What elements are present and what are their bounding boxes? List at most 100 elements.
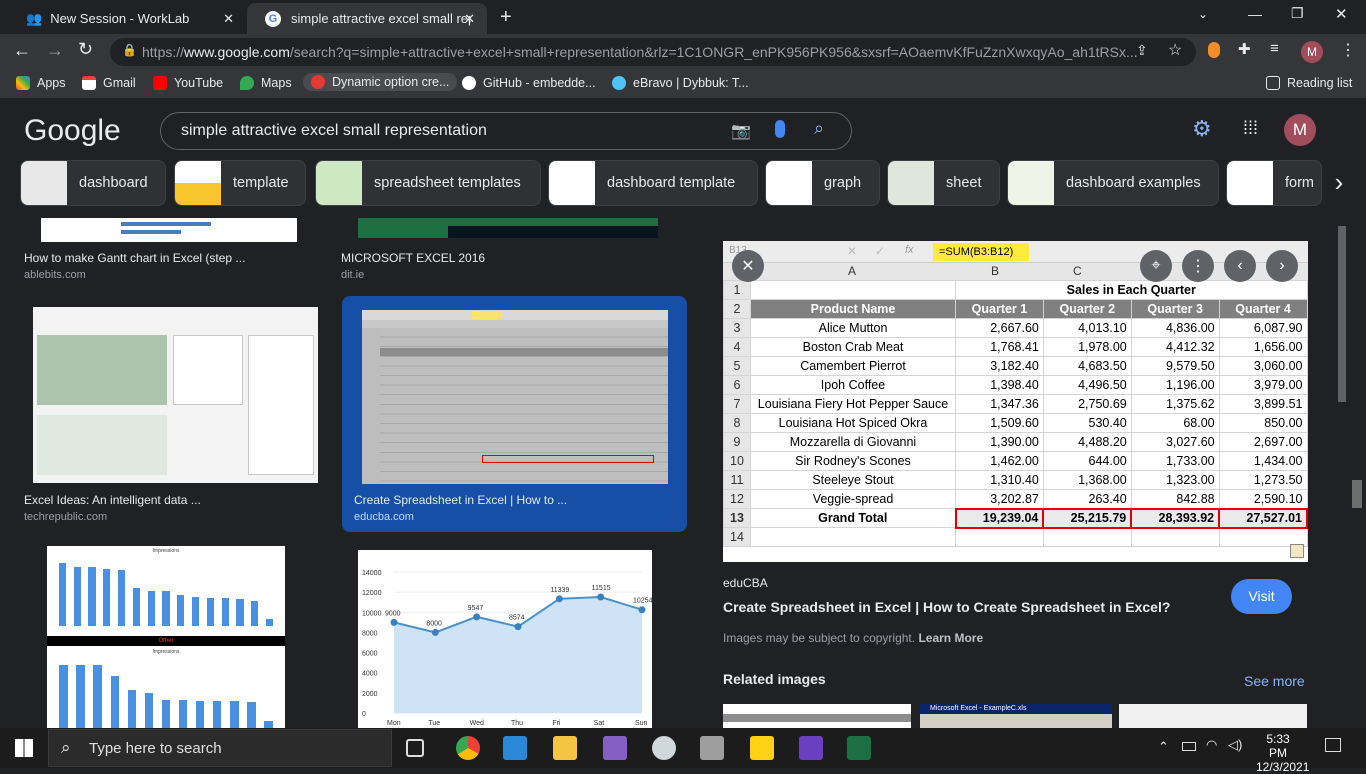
tray-chevron-icon[interactable]: ⌃ — [1158, 739, 1169, 755]
search-input[interactable]: simple attractive excel small representa… — [160, 112, 852, 150]
table-cell: 1,196.00 — [1130, 375, 1220, 395]
result-thumbnail-excel2016[interactable] — [358, 218, 658, 238]
related-thumb[interactable] — [723, 704, 911, 728]
reload-icon[interactable]: ↻ — [78, 39, 93, 60]
preview-image[interactable]: B13 ✕ ✓ fx =SUM(B3:B12) A B C D E 1 Sale… — [723, 241, 1308, 562]
result-title[interactable]: Excel Ideas: An intelligent data ... — [24, 493, 201, 507]
tab-search-icon[interactable]: ⌄ — [1198, 7, 1208, 21]
media-icon[interactable]: ≡ — [1270, 40, 1279, 57]
forward-icon[interactable]: → — [46, 40, 64, 61]
page-scrollbar-outer[interactable] — [1350, 218, 1366, 728]
puzzle-icon[interactable]: ✚ — [1238, 40, 1251, 58]
result-title[interactable]: MICROSOFT EXCEL 2016 — [341, 251, 485, 265]
google-logo[interactable]: Google — [24, 114, 121, 148]
bookmark-apps[interactable]: Apps — [16, 76, 66, 90]
close-icon[interactable]: ✕ — [464, 11, 475, 27]
chip-graph[interactable]: graph — [765, 160, 880, 206]
result-title[interactable]: Create Spreadsheet in Excel | How to ... — [354, 493, 567, 507]
share-icon[interactable]: ⇪ — [1136, 42, 1148, 59]
result-thumbnail-educba[interactable] — [362, 310, 668, 484]
google-apps-icon[interactable]: ⁞⁞⁞ — [1243, 118, 1258, 139]
chrome-icon[interactable] — [456, 736, 480, 760]
selected-result-card[interactable]: Create Spreadsheet in Excel | How to ...… — [342, 296, 687, 532]
chip-sheet[interactable]: sheet — [887, 160, 1000, 206]
settings-gear-icon[interactable]: ⚙ — [1192, 116, 1212, 142]
header-cell: Quarter 1 — [955, 299, 1044, 319]
chip-dashboard-template[interactable]: dashboard template — [548, 160, 758, 206]
result-source[interactable]: techrepublic.com — [24, 511, 107, 523]
scrollbar-thumb[interactable] — [1338, 226, 1346, 402]
chip-dashboard-examples[interactable]: dashboard examples — [1007, 160, 1219, 206]
chip-form[interactable]: form — [1226, 160, 1322, 206]
tab-google-search[interactable]: G simple attractive excel small repre ✕ — [247, 3, 487, 34]
related-thumb[interactable]: Microsoft Excel - ExampleC.xls — [920, 704, 1112, 728]
preview-title[interactable]: Create Spreadsheet in Excel | How to Cre… — [723, 599, 1170, 615]
file-explorer-icon[interactable] — [553, 736, 577, 760]
chips-next-arrow-icon[interactable]: › — [1324, 162, 1354, 204]
chip-spreadsheet-templates[interactable]: spreadsheet templates — [315, 160, 541, 206]
data-label: 11339 — [550, 587, 569, 594]
next-image-button[interactable]: › — [1266, 250, 1298, 282]
reading-list-button[interactable]: Reading list — [1266, 76, 1352, 90]
related-thumb[interactable] — [1119, 704, 1307, 728]
result-thumbnail-gantt[interactable] — [41, 218, 297, 242]
profile-avatar[interactable]: M — [1301, 41, 1323, 63]
extension-icon[interactable] — [1208, 42, 1220, 58]
visit-button[interactable]: Visit — [1231, 579, 1292, 614]
wifi-icon[interactable]: ◠ — [1206, 737, 1217, 753]
result-thumbnail-impressions-bars[interactable]: Impressions Other Impressions — [47, 546, 285, 728]
close-icon[interactable]: ✕ — [223, 11, 234, 27]
thumb-bar — [195, 701, 205, 728]
minimize-button[interactable]: — — [1248, 6, 1262, 22]
lens-search-button[interactable]: ⌖ — [1140, 250, 1172, 282]
previous-image-button[interactable]: ‹ — [1224, 250, 1256, 282]
result-thumbnail-excel-ideas[interactable] — [33, 307, 318, 483]
bookmark-github[interactable]: GitHub - embedde... — [462, 76, 596, 90]
sticky-notes-icon[interactable] — [750, 736, 774, 760]
chip-template[interactable]: template — [174, 160, 306, 206]
bookmark-dynamic-option[interactable]: Dynamic option cre... — [303, 73, 458, 91]
taskbar-search-input[interactable]: ⌕ Type here to search — [48, 729, 392, 767]
new-tab-button[interactable]: + — [500, 6, 512, 29]
bookmark-gmail[interactable]: Gmail — [82, 76, 136, 90]
camera-icon[interactable]: 📷 — [731, 121, 751, 141]
menu-icon[interactable]: ⋮ — [1340, 40, 1356, 60]
search-icon[interactable]: ⌕ — [814, 118, 824, 139]
restore-button[interactable]: ❐ — [1291, 5, 1304, 22]
result-thumbnail-line-chart[interactable]: 14000 12000 10000 8000 6000 4000 2000 0 9000 Mon 8… — [358, 550, 652, 728]
result-source[interactable]: educba.com — [354, 511, 414, 523]
tab-worklab[interactable]: 👥 New Session - WorkLab ✕ — [8, 3, 246, 34]
excel-icon[interactable] — [847, 736, 871, 760]
bookmark-ebravo[interactable]: eBravo | Dybbuk: T... — [612, 76, 749, 90]
close-preview-button[interactable]: ✕ — [732, 250, 764, 282]
page-scrollbar[interactable] — [1334, 218, 1350, 728]
windows-start-icon[interactable] — [15, 739, 33, 757]
window-close-button[interactable]: ✕ — [1335, 5, 1348, 23]
bookmark-youtube[interactable]: YouTube — [153, 76, 223, 90]
microphone-icon[interactable] — [775, 120, 785, 138]
paint-icon[interactable] — [652, 736, 676, 760]
result-source[interactable]: ablebits.com — [24, 269, 86, 281]
learn-more-link[interactable]: Learn More — [918, 631, 983, 645]
account-avatar[interactable]: M — [1284, 114, 1316, 146]
bookmark-maps[interactable]: Maps — [240, 76, 292, 90]
visual-studio-2-icon[interactable] — [799, 736, 823, 760]
tools-icon[interactable] — [700, 736, 724, 760]
see-more-link[interactable]: See more — [1244, 673, 1305, 689]
more-options-button[interactable]: ⋮ — [1182, 250, 1214, 282]
volume-icon[interactable]: ◁) — [1228, 737, 1242, 753]
store-icon[interactable] — [503, 736, 527, 760]
battery-icon[interactable] — [1182, 742, 1196, 751]
chip-dashboard[interactable]: dashboard — [20, 160, 166, 206]
address-bar[interactable]: 🔒 https://www.google.com/search?q=simple… — [110, 38, 1196, 66]
visual-studio-icon[interactable] — [603, 736, 627, 760]
table-cell: 2,667.60 — [955, 318, 1044, 338]
task-view-icon[interactable] — [406, 739, 424, 757]
back-icon[interactable]: ← — [13, 40, 31, 61]
result-source[interactable]: dit.ie — [341, 269, 364, 281]
notifications-icon[interactable] — [1325, 738, 1341, 752]
scrollbar-thumb[interactable] — [1352, 480, 1362, 508]
result-title[interactable]: How to make Gantt chart in Excel (step .… — [24, 251, 245, 265]
table-cell: 68.00 — [1130, 413, 1220, 433]
bookmark-star-icon[interactable]: ☆ — [1168, 40, 1182, 60]
